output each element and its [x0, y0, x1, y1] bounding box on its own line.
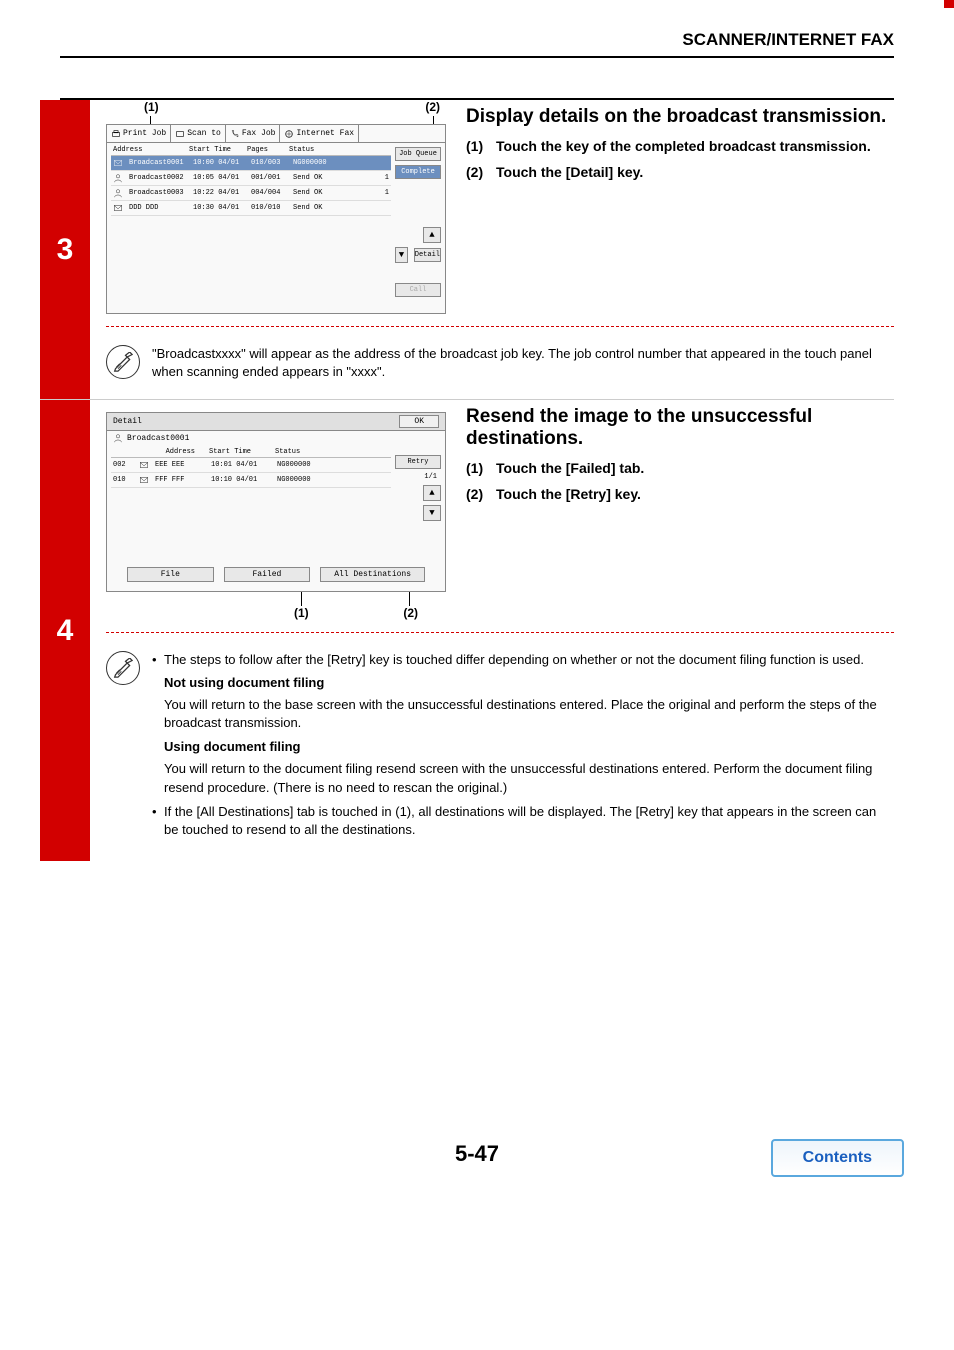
col-start: Start Time: [209, 448, 269, 456]
top-red-accent: [944, 0, 954, 8]
step4-item-1: (1)Touch the [Failed] tab.: [466, 460, 894, 476]
ok-button[interactable]: OK: [399, 415, 439, 428]
note-p2: You will return to the document filing r…: [164, 760, 894, 796]
col-start: Start Time: [189, 146, 241, 154]
note-bullet-1: The steps to follow after the [Retry] ke…: [152, 651, 894, 669]
step-3-section: 3 (1) (2) Print Job: [40, 100, 894, 399]
tab-fax-job[interactable]: Fax Job: [226, 125, 281, 142]
step3-note: "Broadcastxxxx" will appear as the addre…: [152, 345, 894, 381]
scroll-up-button[interactable]: ▲: [423, 485, 441, 501]
job-queue-button[interactable]: Job Queue: [395, 147, 441, 161]
file-tab[interactable]: File: [127, 567, 214, 582]
note-h1: Not using document filing: [164, 675, 324, 690]
step3-item-2: (2)Touch the [Detail] key.: [466, 164, 894, 180]
tab-scan-to[interactable]: Scan to: [171, 125, 226, 142]
scroll-down-button[interactable]: ▼: [395, 247, 408, 263]
tab-internet-fax[interactable]: Internet Fax: [280, 125, 359, 142]
tab-print-job[interactable]: Print Job: [107, 125, 171, 142]
note-p1: You will return to the base screen with …: [164, 696, 894, 732]
col-pages: Pages: [247, 146, 283, 154]
contents-button[interactable]: Contents: [771, 1139, 904, 1177]
page-header: SCANNER/INTERNET FAX: [0, 0, 954, 56]
step3-item-1: (1)Touch the key of the completed broadc…: [466, 138, 894, 154]
failed-tab[interactable]: Failed: [224, 567, 311, 582]
detail-title: Detail: [113, 417, 142, 426]
job-row-selected[interactable]: Broadcast0001 10:00 04/01 010/003 NG0000…: [111, 156, 391, 171]
callout-1: (1): [144, 100, 159, 114]
note-icon: [106, 651, 140, 685]
job-status-screen: Print Job Scan to Fax Job: [106, 124, 446, 314]
step4-title: Resend the image to the unsuccessful des…: [466, 406, 894, 450]
step-4-section: 4 Detail OK Broadcast0001: [40, 399, 894, 861]
job-row[interactable]: DDD DDD 10:30 04/01 010/010 Send OK: [111, 201, 391, 216]
step3-title: Display details on the broadcast transmi…: [466, 106, 894, 128]
all-destinations-tab[interactable]: All Destinations: [320, 567, 425, 582]
col-status: Status: [275, 448, 300, 456]
detail-button[interactable]: Detail: [414, 248, 441, 262]
dashed-separator: [106, 326, 894, 327]
col-address: Address: [113, 448, 203, 456]
page-footer: 5-47 Contents: [0, 1141, 954, 1197]
job-row[interactable]: Broadcast0003 10:22 04/01 004/004 Send O…: [111, 186, 391, 201]
callout-1: (1): [294, 606, 309, 620]
scroll-indicator: 1/1: [395, 473, 441, 481]
note-h2: Using document filing: [164, 739, 301, 754]
step-number-4: 4: [40, 400, 90, 861]
col-address: Address: [113, 146, 183, 154]
note-icon: [106, 345, 140, 379]
step4-notes: The steps to follow after the [Retry] ke…: [152, 651, 894, 843]
note-bullet-2: If the [All Destinations] tab is touched…: [152, 803, 894, 839]
job-row[interactable]: Broadcast0002 10:05 04/01 001/001 Send O…: [111, 171, 391, 186]
call-button[interactable]: Call: [395, 283, 441, 297]
complete-button[interactable]: Complete: [395, 165, 441, 179]
scroll-down-button[interactable]: ▼: [423, 505, 441, 521]
failed-row[interactable]: 010 FFF FFF 10:10 04/01 NG000000: [111, 473, 391, 488]
callout-2: (2): [403, 606, 418, 620]
detail-screen: Detail OK Broadcast0001 Address Start Ti…: [106, 412, 446, 592]
scroll-up-button[interactable]: ▲: [423, 227, 441, 243]
failed-row[interactable]: 002 EEE EEE 10:01 04/01 NG000000: [111, 458, 391, 473]
step4-item-2: (2)Touch the [Retry] key.: [466, 486, 894, 502]
dashed-separator: [106, 632, 894, 633]
page-number: 5-47: [455, 1141, 499, 1166]
step-number-3: 3: [40, 100, 90, 399]
retry-button[interactable]: Retry: [395, 455, 441, 469]
header-rule: [60, 56, 894, 58]
callout-2: (2): [425, 100, 440, 114]
col-status: Status: [289, 146, 314, 154]
detail-subtitle: Broadcast0001: [127, 434, 189, 443]
